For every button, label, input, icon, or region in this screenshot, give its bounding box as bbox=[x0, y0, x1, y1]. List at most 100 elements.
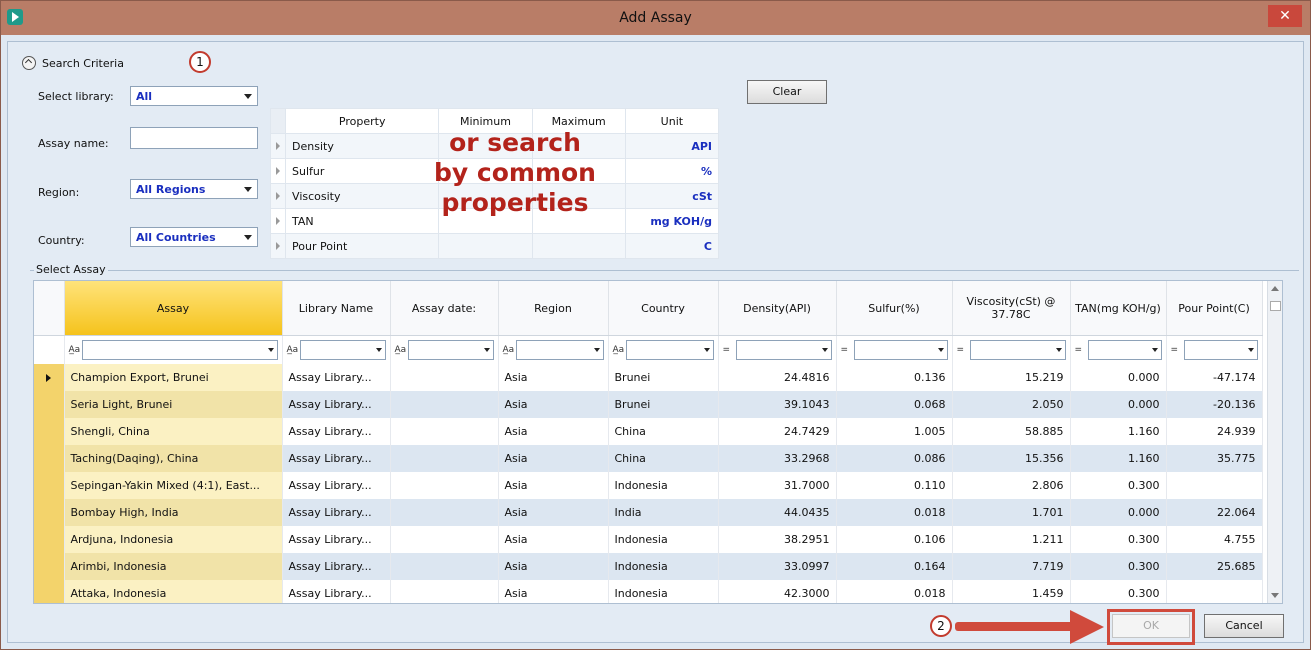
filter-operator-icon[interactable]: A̲a bbox=[287, 345, 299, 355]
filter-input[interactable] bbox=[853, 340, 948, 360]
minimum-cell[interactable] bbox=[438, 233, 533, 259]
scroll-up-icon[interactable] bbox=[1271, 286, 1279, 291]
table-cell[interactable] bbox=[390, 364, 499, 391]
table-cell[interactable]: 0.000 bbox=[1070, 499, 1167, 526]
table-row[interactable]: Attaka, Indonesia Assay Library... Asia Ind… bbox=[34, 580, 1263, 603]
table-row[interactable]: Arimbi, Indonesia Assay Library... Asia Ind… bbox=[34, 553, 1263, 580]
table-cell[interactable]: 4.755 bbox=[1166, 526, 1263, 553]
table-cell[interactable]: 0.018 bbox=[836, 580, 953, 603]
collapse-icon[interactable] bbox=[22, 56, 36, 70]
col-assay-date[interactable]: Assay date: bbox=[390, 281, 499, 336]
table-cell[interactable]: 1.005 bbox=[836, 418, 953, 445]
table-cell[interactable]: 35.775 bbox=[1166, 445, 1263, 472]
table-cell[interactable]: Assay Library... bbox=[282, 526, 391, 553]
table-cell[interactable]: Indonesia bbox=[608, 580, 719, 603]
close-button[interactable]: ✕ bbox=[1268, 5, 1302, 27]
table-cell[interactable]: Assay Library... bbox=[282, 391, 391, 418]
table-cell[interactable] bbox=[390, 526, 499, 553]
table-cell[interactable]: Brunei bbox=[608, 391, 719, 418]
table-cell[interactable]: Indonesia bbox=[608, 472, 719, 499]
table-cell[interactable]: Asia bbox=[498, 580, 609, 603]
table-cell[interactable]: 0.300 bbox=[1070, 526, 1167, 553]
filter-operator-icon[interactable]: = bbox=[1075, 345, 1085, 355]
table-cell[interactable] bbox=[390, 418, 499, 445]
table-cell[interactable]: 0.000 bbox=[1070, 391, 1167, 418]
table-cell[interactable] bbox=[390, 472, 499, 499]
col-assay[interactable]: Assay bbox=[64, 281, 283, 336]
table-cell[interactable] bbox=[390, 391, 499, 418]
maximum-cell[interactable] bbox=[531, 233, 626, 259]
property-row[interactable]: Pour Point C bbox=[269, 233, 720, 259]
table-cell[interactable]: Asia bbox=[498, 499, 609, 526]
table-cell[interactable]: Brunei bbox=[608, 364, 719, 391]
table-cell[interactable]: 2.050 bbox=[952, 391, 1071, 418]
table-row[interactable]: Seria Light, Brunei Assay Library... Asia B… bbox=[34, 391, 1263, 418]
table-cell[interactable]: Assay Library... bbox=[282, 580, 391, 603]
table-cell[interactable]: Asia bbox=[498, 418, 609, 445]
table-cell[interactable]: 0.300 bbox=[1070, 472, 1167, 499]
table-cell[interactable]: 7.719 bbox=[952, 553, 1071, 580]
col-density[interactable]: Density(API) bbox=[718, 281, 837, 336]
filter-operator-icon[interactable]: = bbox=[1171, 345, 1181, 355]
table-cell[interactable]: 33.2968 bbox=[718, 445, 837, 472]
table-cell[interactable]: Ardjuna, Indonesia bbox=[64, 526, 283, 553]
scroll-thumb[interactable] bbox=[1270, 301, 1281, 311]
col-region[interactable]: Region bbox=[498, 281, 609, 336]
table-cell[interactable]: 24.7429 bbox=[718, 418, 837, 445]
table-cell[interactable]: 24.4816 bbox=[718, 364, 837, 391]
table-cell[interactable]: 0.300 bbox=[1070, 553, 1167, 580]
table-cell[interactable] bbox=[390, 580, 499, 603]
table-row[interactable]: Champion Export, Brunei Assay Library... A… bbox=[34, 364, 1263, 391]
table-cell[interactable]: Asia bbox=[498, 445, 609, 472]
table-cell[interactable]: Sepingan-Yakin Mixed (4:1), East... bbox=[64, 472, 283, 499]
filter-input[interactable] bbox=[299, 340, 386, 360]
filter-input[interactable] bbox=[81, 340, 278, 360]
vertical-scrollbar[interactable] bbox=[1267, 281, 1282, 603]
table-cell[interactable]: 1.211 bbox=[952, 526, 1071, 553]
filter-input[interactable] bbox=[969, 340, 1066, 360]
table-cell[interactable]: 38.2951 bbox=[718, 526, 837, 553]
row-header[interactable] bbox=[269, 133, 287, 159]
col-viscosity[interactable]: Viscosity(cSt) @ 37.78C bbox=[952, 281, 1071, 336]
col-tan[interactable]: TAN(mg KOH/g) bbox=[1070, 281, 1167, 336]
col-country[interactable]: Country bbox=[608, 281, 719, 336]
table-cell[interactable] bbox=[1166, 472, 1263, 499]
table-cell[interactable]: Indonesia bbox=[608, 526, 719, 553]
table-row[interactable]: Shengli, China Assay Library... Asia China 2… bbox=[34, 418, 1263, 445]
table-cell[interactable]: 39.1043 bbox=[718, 391, 837, 418]
filter-operator-icon[interactable]: = bbox=[723, 345, 733, 355]
table-cell[interactable]: China bbox=[608, 418, 719, 445]
table-cell[interactable]: Asia bbox=[498, 526, 609, 553]
row-selector[interactable] bbox=[34, 418, 65, 445]
country-select[interactable]: All Countries bbox=[130, 227, 258, 247]
col-unit[interactable]: Unit bbox=[624, 108, 720, 134]
table-cell[interactable] bbox=[1166, 580, 1263, 603]
row-selector[interactable] bbox=[34, 526, 65, 553]
filter-operator-icon[interactable]: = bbox=[957, 345, 967, 355]
table-cell[interactable]: Assay Library... bbox=[282, 418, 391, 445]
row-header[interactable] bbox=[269, 208, 287, 234]
row-selector[interactable] bbox=[34, 553, 65, 580]
table-cell[interactable]: Assay Library... bbox=[282, 553, 391, 580]
table-cell[interactable]: Assay Library... bbox=[282, 445, 391, 472]
col-sulfur[interactable]: Sulfur(%) bbox=[836, 281, 953, 336]
region-select[interactable]: All Regions bbox=[130, 179, 258, 199]
search-criteria-toggle[interactable]: Search Criteria bbox=[22, 56, 124, 70]
table-cell[interactable]: 1.160 bbox=[1070, 445, 1167, 472]
filter-operator-icon[interactable]: = bbox=[841, 345, 851, 355]
table-cell[interactable]: 31.7000 bbox=[718, 472, 837, 499]
table-cell[interactable]: 15.219 bbox=[952, 364, 1071, 391]
filter-operator-icon[interactable]: A̲a bbox=[395, 345, 407, 355]
row-header[interactable] bbox=[269, 183, 287, 209]
table-cell[interactable]: 2.806 bbox=[952, 472, 1071, 499]
table-cell[interactable]: 0.300 bbox=[1070, 580, 1167, 603]
table-cell[interactable]: Assay Library... bbox=[282, 499, 391, 526]
table-cell[interactable] bbox=[390, 445, 499, 472]
filter-input[interactable] bbox=[1087, 340, 1162, 360]
table-cell[interactable]: 0.000 bbox=[1070, 364, 1167, 391]
table-cell[interactable]: 25.685 bbox=[1166, 553, 1263, 580]
col-library-name[interactable]: Library Name bbox=[282, 281, 391, 336]
table-cell[interactable]: 1.701 bbox=[952, 499, 1071, 526]
cancel-button[interactable]: Cancel bbox=[1204, 614, 1284, 638]
table-cell[interactable]: Asia bbox=[498, 391, 609, 418]
